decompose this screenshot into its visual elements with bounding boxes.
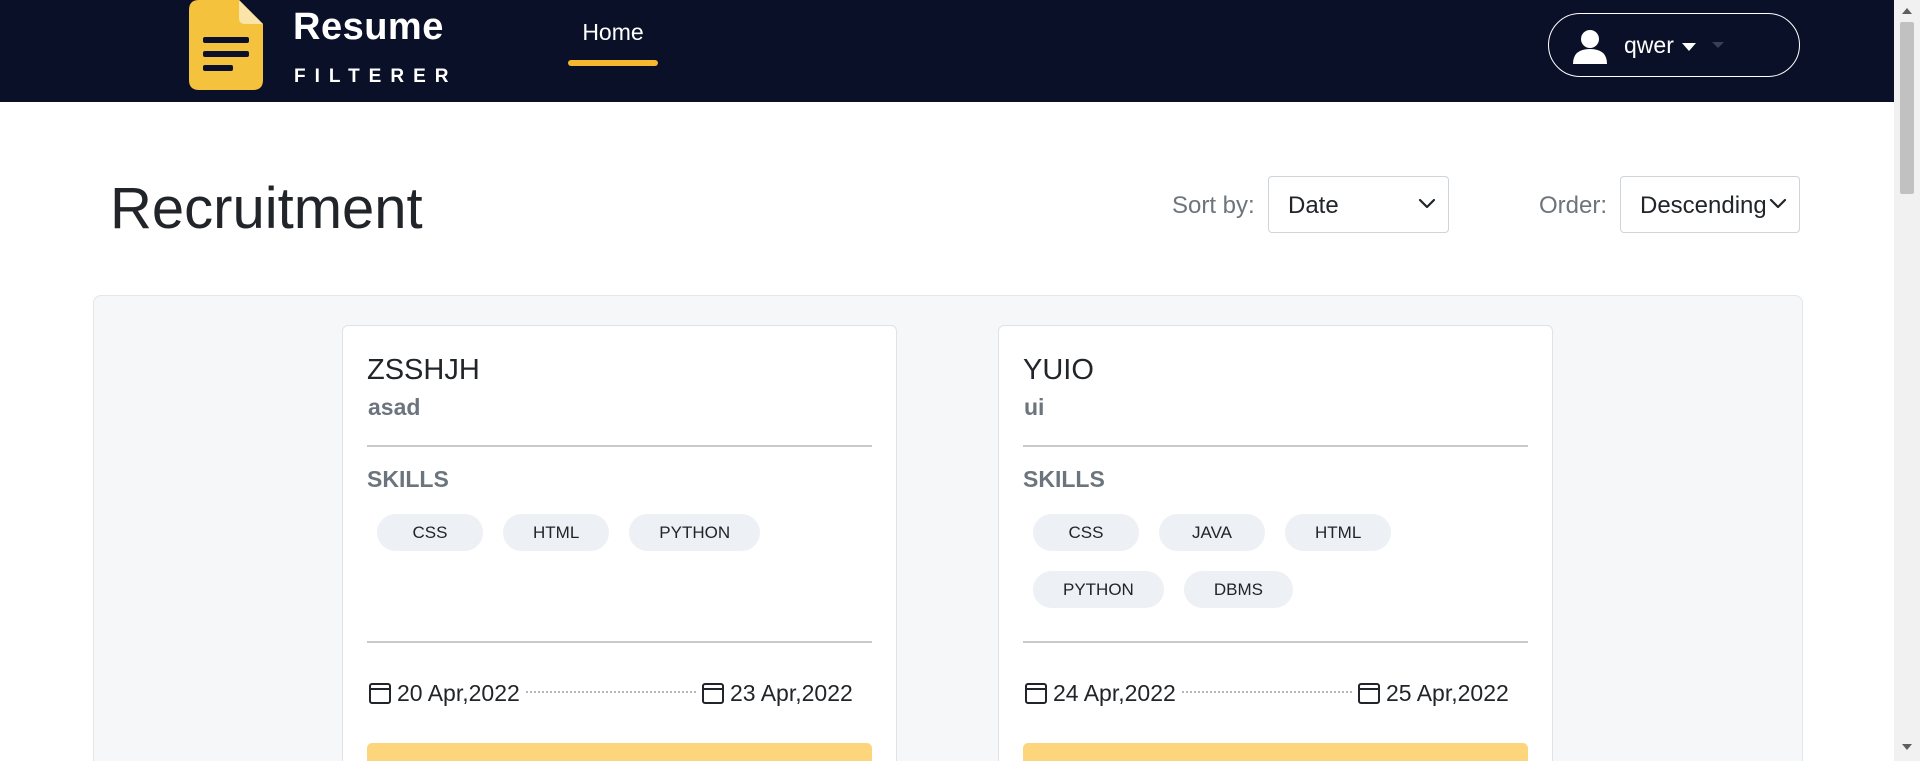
skills-chips: CSS HTML PYTHON [377, 514, 857, 551]
dropdown-caret-icon [1682, 43, 1696, 51]
card-title: YUIO [1023, 354, 1094, 386]
skill-chip[interactable]: HTML [503, 514, 610, 551]
brand-name: Resume [293, 6, 444, 48]
brand-logo[interactable]: Resume FILTERER [189, 0, 464, 92]
date-range-connector [1182, 691, 1352, 693]
top-navbar: Resume FILTERER Home qwer [0, 0, 1894, 102]
skill-chip[interactable]: CSS [377, 514, 483, 551]
scroll-up-arrow-icon[interactable] [1902, 8, 1912, 14]
skill-chip[interactable]: PYTHON [1033, 571, 1164, 608]
card-subtitle: asad [368, 394, 421, 420]
start-date: 24 Apr,2022 [1053, 680, 1176, 706]
calendar-icon [369, 683, 391, 704]
chevron-down-icon [1769, 198, 1787, 209]
calendar-icon [1358, 683, 1380, 704]
divider [367, 641, 872, 643]
calendar-icon [702, 683, 724, 704]
card-action-button[interactable] [1023, 743, 1528, 761]
sort-by-select[interactable]: Date [1268, 176, 1449, 233]
scroll-down-arrow-icon[interactable] [1902, 744, 1912, 750]
sort-by-label: Sort by: [1172, 192, 1255, 219]
order-label: Order: [1539, 192, 1608, 219]
skill-chip[interactable]: JAVA [1159, 514, 1265, 551]
divider [1023, 641, 1528, 643]
card-title: ZSSHJH [367, 354, 480, 386]
skills-chips: CSS JAVA HTML PYTHON DBMS [1033, 514, 1513, 608]
active-indicator [568, 60, 658, 66]
scroll-thumb[interactable] [1900, 22, 1914, 194]
divider [367, 445, 872, 447]
chevron-down-icon [1418, 198, 1436, 209]
skill-chip[interactable]: DBMS [1183, 571, 1293, 608]
skills-heading: SKILLS [1023, 466, 1105, 492]
nav-home-label: Home [582, 19, 644, 45]
end-date: 25 Apr,2022 [1386, 680, 1509, 706]
calendar-icon [1025, 683, 1047, 704]
document-icon [189, 0, 263, 90]
start-date: 20 Apr,2022 [397, 680, 520, 706]
user-icon [1573, 30, 1607, 64]
vertical-scrollbar[interactable] [1894, 0, 1920, 761]
skill-chip[interactable]: CSS [1033, 514, 1139, 551]
user-name: qwer [1624, 32, 1674, 58]
skill-chip[interactable]: PYTHON [629, 514, 761, 551]
skills-heading: SKILLS [367, 466, 449, 492]
recruitment-card[interactable]: YUIO ui SKILLS CSS JAVA HTML PYTHON DBMS… [998, 325, 1553, 761]
user-menu-button[interactable]: qwer [1548, 13, 1800, 77]
divider [1023, 445, 1528, 447]
date-range-connector [526, 691, 696, 693]
sort-by-value: Date [1288, 192, 1339, 219]
order-select[interactable]: Descending [1620, 176, 1800, 233]
brand-subtitle: FILTERER [294, 66, 458, 87]
caret-down-icon [1712, 42, 1724, 48]
page-title: Recruitment [110, 176, 423, 241]
order-value: Descending [1640, 192, 1767, 219]
card-action-button[interactable] [367, 743, 872, 761]
recruitment-card[interactable]: ZSSHJH asad SKILLS CSS HTML PYTHON 20 Ap… [342, 325, 897, 761]
card-subtitle: ui [1024, 394, 1045, 420]
end-date: 23 Apr,2022 [730, 680, 853, 706]
nav-home-link[interactable]: Home [568, 18, 658, 66]
skill-chip[interactable]: HTML [1285, 514, 1392, 551]
